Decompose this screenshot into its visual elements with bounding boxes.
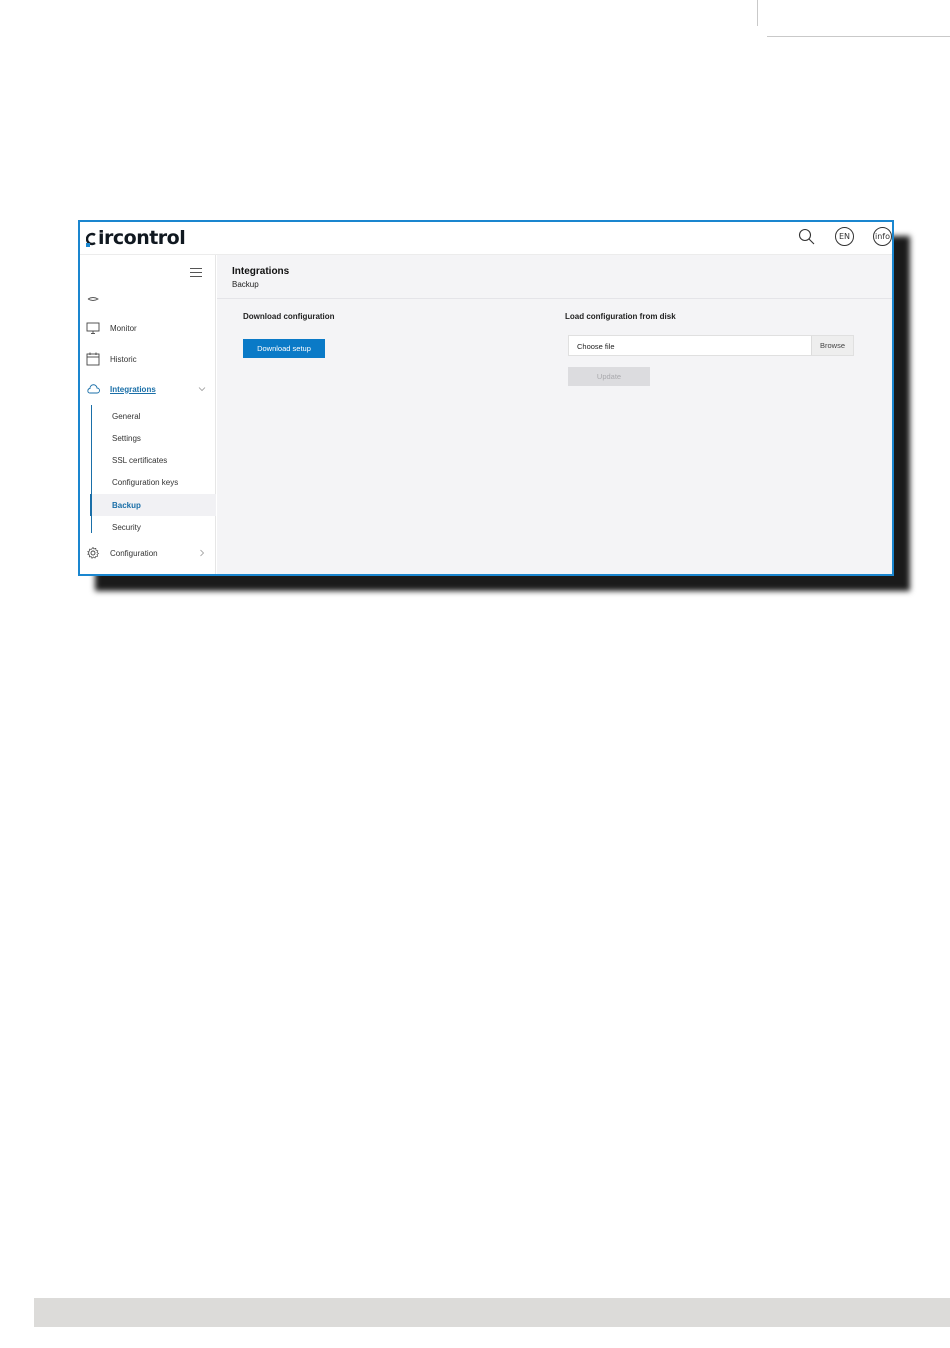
main-content: Integrations Backup Download configurati… xyxy=(217,255,892,574)
info-label: info xyxy=(874,232,890,241)
sidebar-subitem-label: Settings xyxy=(112,433,141,443)
sidebar-subitem-label: Backup xyxy=(112,500,141,510)
sidebar-subitem-backup[interactable]: Backup xyxy=(90,494,216,516)
sidebar-subitem-ssl-certificates[interactable]: SSL certificates xyxy=(90,449,216,471)
sidebar-item-integrations[interactable]: Integrations xyxy=(80,377,216,401)
info-icon[interactable]: info xyxy=(873,227,892,246)
page-title: Integrations xyxy=(232,266,290,277)
search-icon[interactable] xyxy=(797,227,816,246)
sidebar-subitem-label: SSL certificates xyxy=(112,455,168,465)
language-label: EN xyxy=(838,232,851,241)
sidebar-subitem-label: General xyxy=(112,411,141,421)
sidebar-item-configuration[interactable]: Configuration xyxy=(80,541,216,565)
chevron-down-icon[interactable] xyxy=(198,385,206,393)
file-input[interactable]: Choose file Browse xyxy=(568,335,854,356)
download-section-title: Download configuration xyxy=(243,312,335,321)
sidebar-item-historic[interactable]: Historic xyxy=(80,347,216,371)
cloud-icon xyxy=(87,384,100,394)
sidebar-item-label: Configuration xyxy=(110,548,158,558)
sidebar: Monitor Historic Integrations General Se… xyxy=(80,255,216,574)
update-button[interactable]: Update xyxy=(568,367,650,386)
gear-icon xyxy=(87,546,100,559)
sidebar-item-label: Monitor xyxy=(110,323,137,333)
sidebar-item-label: Historic xyxy=(110,354,137,364)
monitor-icon xyxy=(86,322,100,334)
hamburger-icon[interactable] xyxy=(190,268,202,278)
sidebar-subitem-label: Configuration keys xyxy=(112,477,179,487)
crop-mark-horizontal xyxy=(767,36,950,37)
page-header: Integrations Backup xyxy=(217,255,892,299)
download-setup-button[interactable]: Download setup xyxy=(243,339,325,358)
sidebar-subitem-security[interactable]: Security xyxy=(90,516,216,538)
upload-section-title: Load configuration from disk xyxy=(565,312,676,321)
sidebar-subitem-configuration-keys[interactable]: Configuration keys xyxy=(90,471,216,493)
screenshot-frame: ircontrol EN info Monitor Historic Integ… xyxy=(78,220,894,576)
file-input-placeholder: Choose file xyxy=(577,342,615,351)
crop-mark-vertical xyxy=(757,0,758,26)
logo-text: ircontrol xyxy=(98,227,186,249)
language-icon[interactable]: EN xyxy=(835,227,854,246)
sidebar-item-monitor[interactable]: Monitor xyxy=(80,316,216,340)
sidebar-subitem-general[interactable]: General xyxy=(90,405,216,427)
circontrol-logo[interactable]: ircontrol xyxy=(86,227,186,249)
top-bar: ircontrol EN info xyxy=(80,222,892,255)
browse-button[interactable]: Browse xyxy=(811,336,853,355)
page-subtitle: Backup xyxy=(232,280,259,289)
chevron-right-icon[interactable] xyxy=(198,549,206,557)
sidebar-subitem-label: Security xyxy=(112,522,141,532)
calendar-icon xyxy=(86,352,100,366)
sidebar-item-label: Integrations xyxy=(110,384,156,394)
page-footer-band xyxy=(34,1298,950,1327)
logo-mark-icon xyxy=(86,232,96,247)
sidebar-subitem-settings[interactable]: Settings xyxy=(90,427,216,449)
partial-nav-icon xyxy=(87,297,99,301)
